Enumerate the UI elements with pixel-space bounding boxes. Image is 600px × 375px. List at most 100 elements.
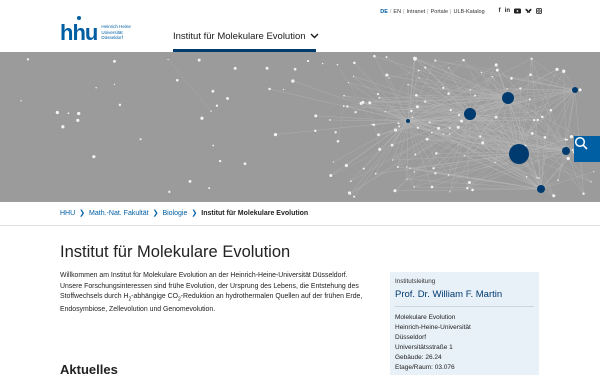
network-node [393,128,398,132]
lang-en-link[interactable]: EN [393,9,401,15]
network-node [557,179,559,181]
network-node [566,138,569,141]
chevron-down-icon [310,32,319,41]
network-node [536,177,538,179]
network-node [218,159,222,163]
breadcrumb-math-nat[interactable]: Math.-Nat. Fakultät [89,210,149,217]
facebook-icon[interactable]: f [499,8,501,16]
chevron-right-icon: ❯ [191,210,198,217]
network-node [92,155,96,159]
network-node [555,67,559,71]
network-node [368,101,372,105]
main-nav-institute[interactable]: Institut für Molekulare Evolution [173,31,319,42]
portale-link[interactable]: Portale [431,9,448,15]
network-node [471,188,474,192]
network-node [434,172,437,175]
ulb-katalog-link[interactable]: ULB-Katalog [453,9,484,15]
network-node [506,88,508,90]
network-node [211,89,215,93]
network-node [466,186,469,190]
network-node [435,152,438,155]
network-node [528,98,531,101]
network-node [510,77,513,80]
bluesky-icon[interactable] [525,8,532,16]
network-node [536,118,539,122]
network-node [417,69,420,72]
network-node [167,58,169,61]
network-node [562,69,566,73]
network-node [390,143,394,147]
network-node [418,77,420,79]
instagram-icon[interactable] [536,8,542,16]
network-node [434,59,437,62]
network-node [306,59,310,63]
network-node [372,123,376,127]
network-node [457,113,461,116]
network-node [481,141,485,145]
network-hub [562,147,570,155]
network-node [349,180,352,182]
network-node [371,123,374,126]
network-node [212,144,215,147]
network-node [582,192,585,195]
network-node [414,93,418,97]
network-node [593,171,595,173]
network-node [139,138,142,141]
network-node [437,126,441,130]
network-node [113,83,116,86]
network-node [449,108,452,112]
network-node [265,66,269,70]
network-node [413,56,417,60]
youtube-icon[interactable] [514,8,521,16]
network-node [447,174,450,176]
network-node [397,122,400,125]
network-node [519,87,522,90]
network-node [495,68,499,72]
network-node [416,126,419,129]
contact-box: Institutsleitung Prof. Dr. William F. Ma… [390,272,539,375]
network-node [406,178,408,180]
network-node [332,161,335,163]
network-node [494,115,498,119]
network-node [210,110,212,112]
network-node [385,56,388,59]
contact-line: Heinrich-Heine-Universität [395,324,471,331]
network-node [55,110,59,115]
network-node [396,165,399,168]
network-node [336,139,340,143]
network-node [473,94,476,97]
main-nav-label: Institut für Molekulare Evolution [173,31,306,42]
network-node [215,104,219,107]
search-button[interactable] [574,136,600,162]
network-node [410,109,413,113]
breadcrumb-hhu[interactable]: HHU [60,210,75,217]
network-node [415,105,419,109]
network-node [529,73,532,77]
network-node [344,163,348,168]
network-node [442,133,444,135]
network-hub [509,144,529,164]
network-node [430,131,433,134]
network-node [533,118,536,122]
breadcrumb-biologie[interactable]: Biologie [162,210,187,217]
network-node [77,111,81,116]
network-graphic [0,52,600,202]
network-hub [464,108,476,120]
network-node [469,89,472,91]
hhu-logo[interactable]: hhu Heinrich Heine Universität Düsseldor… [60,22,135,44]
network-node [343,94,345,97]
network-node [95,87,97,89]
logo-subtitle: Heinrich Heine Universität Düsseldorf [101,24,131,40]
linkedin-icon[interactable]: in [505,8,510,16]
network-node [463,155,465,157]
intranet-link[interactable]: Intranet [407,9,426,15]
network-node [168,190,171,193]
network-node [226,96,230,100]
lang-de-link[interactable]: DE [380,9,388,15]
network-node [491,75,493,78]
network-node [273,132,278,137]
network-hub [406,119,410,123]
network-node [342,105,345,107]
network-node [188,179,192,183]
contact-line: Etage/Raum: 03.076 [395,364,455,371]
